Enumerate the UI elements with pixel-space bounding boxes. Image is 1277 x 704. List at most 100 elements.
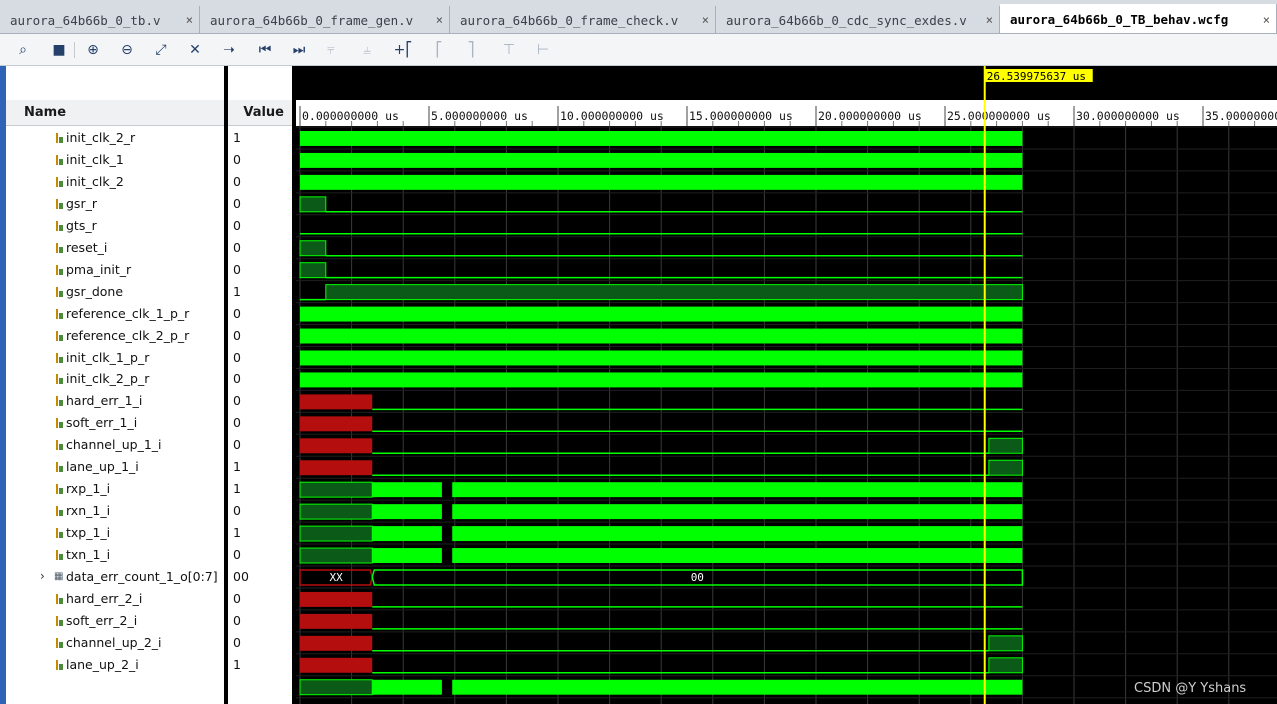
tab-frame-gen-v[interactable]: aurora_64b66b_0_frame_gen.v × [200, 6, 450, 33]
signal-name: init_clk_2 [66, 173, 124, 189]
signal-row[interactable]: lane_up_2_i 1 [6, 654, 292, 676]
unknown-wave [300, 635, 373, 651]
signal-row[interactable]: rxp_1_i 1 [6, 478, 292, 500]
serial-wave [452, 526, 1023, 542]
add-marker-plus-icon[interactable]: +⎡ [392, 40, 414, 60]
signal-value: 00 [233, 569, 249, 584]
serial-wave [452, 548, 1023, 563]
signal-value: 0 [233, 261, 241, 277]
chevron-right-icon[interactable]: › [40, 569, 45, 583]
logic-signal-icon [56, 220, 63, 232]
save-icon[interactable]: ■ [48, 40, 70, 60]
signal-row[interactable]: hard_err_1_i 0 [6, 390, 292, 412]
signal-row[interactable]: hard_err_2_i 0 [6, 588, 292, 610]
logic-signal-icon [56, 440, 63, 451]
signal-value: 0 [233, 612, 241, 628]
serial-wave [372, 679, 442, 695]
unknown-wave [300, 394, 373, 410]
logic-signal-icon [56, 154, 63, 166]
logic-signal-icon [56, 133, 63, 144]
signal-row[interactable]: channel_up_1_i 0 [6, 434, 292, 456]
signal-row[interactable]: › ▦ data_err_count_1_o[0:7] 00 [6, 566, 292, 588]
add-marker-icon[interactable]: ⫧ [320, 40, 342, 60]
signal-row[interactable]: rxn_1_i 0 [6, 500, 292, 522]
close-icon[interactable]: × [186, 13, 193, 27]
logic-signal-icon [56, 242, 63, 254]
go-to-end-icon[interactable]: ⏭ [288, 40, 310, 60]
signal-value: 1 [233, 525, 241, 541]
signal-name: data_err_count_1_o[0:7] [66, 569, 218, 584]
value-column-header[interactable]: Value [228, 100, 296, 126]
clock-wave [300, 350, 1023, 366]
signal-name: reference_clk_2_p_r [66, 327, 190, 343]
signal-value: 0 [233, 371, 241, 387]
signal-row[interactable]: init_clk_2_r 1 [6, 127, 292, 149]
signal-row[interactable]: channel_up_2_i 0 [6, 632, 292, 654]
next-edge-icon[interactable]: ⎤ [460, 40, 482, 60]
close-icon[interactable]: × [1263, 13, 1270, 27]
signal-row[interactable]: reset_i 0 [6, 237, 292, 259]
signal-row[interactable]: init_clk_2 0 [6, 171, 292, 193]
zoom-in-icon[interactable]: ⊕ [82, 40, 104, 60]
cursor-remove-icon[interactable]: ✕ [184, 40, 206, 60]
signal-value: 0 [233, 173, 241, 189]
signal-row[interactable]: reference_clk_2_p_r 0 [6, 325, 292, 347]
signal-row[interactable]: reference_clk_1_p_r 0 [6, 303, 292, 325]
waveform-canvas[interactable]: 0.000000000 us 5.000000000 us 10.000000000… [296, 66, 1277, 704]
tick-label: 30.000000000 us [1076, 109, 1180, 123]
logic-signal-icon [56, 396, 63, 407]
serial-wave-init [299, 503, 373, 520]
signal-name: rxp_1_i [66, 481, 111, 497]
signal-value: 0 [233, 393, 241, 409]
signal-value: 1 [233, 459, 241, 475]
signal-row[interactable]: soft_err_1_i 0 [6, 412, 292, 434]
search-icon[interactable]: ⌕ [12, 40, 34, 60]
signal-row[interactable]: txp_1_i 1 [6, 522, 292, 544]
tick-label: 25.000000000 us [947, 109, 1051, 123]
serial-wave [372, 548, 442, 563]
signal-value: 0 [233, 305, 241, 321]
close-icon[interactable]: × [986, 13, 993, 27]
previous-transition-icon[interactable]: ⊤ [498, 40, 520, 60]
close-icon[interactable]: × [702, 13, 709, 27]
remove-marker-icon[interactable]: ⫨ [356, 40, 378, 60]
name-column-header[interactable]: Name [6, 100, 224, 126]
tab-frame-check-v[interactable]: aurora_64b66b_0_frame_check.v × [450, 6, 716, 33]
zoom-out-icon[interactable]: ⊖ [116, 40, 138, 60]
zoom-fit-icon[interactable]: ⤢ [150, 40, 172, 60]
logic-signal-icon [56, 286, 63, 298]
signal-row[interactable]: init_clk_1_p_r 0 [6, 347, 292, 369]
signal-row[interactable]: soft_err_2_i 0 [6, 610, 292, 632]
serial-wave-init [299, 525, 373, 542]
tick-label: 10.000000000 us [560, 109, 664, 123]
tab-tb-behav-wcfg[interactable]: aurora_64b66b_0_TB_behav.wcfg × [1000, 4, 1277, 33]
signal-row[interactable]: gts_r 0 [6, 215, 292, 237]
signal-row[interactable]: lane_up_1_i 1 [6, 456, 292, 478]
tab-cdc-sync-exdes-v[interactable]: aurora_64b66b_0_cdc_sync_exdes.v × [716, 6, 1000, 33]
high-wave [988, 437, 1023, 454]
go-to-start-icon[interactable]: ⏮ [254, 40, 276, 60]
signal-name: init_clk_1 [66, 151, 124, 167]
tab-tb-v[interactable]: aurora_64b66b_0_tb.v × [0, 6, 200, 33]
clock-wave [300, 372, 1023, 388]
signal-row[interactable]: gsr_r 0 [6, 193, 292, 215]
signal-row[interactable]: init_clk_1 0 [6, 149, 292, 171]
signal-row[interactable]: gsr_done 1 [6, 281, 292, 303]
signal-value: 0 [233, 590, 241, 606]
previous-edge-icon[interactable]: ⎡ [428, 40, 450, 60]
swap-cursor-icon[interactable]: ⊢ [532, 40, 554, 60]
signal-value: 1 [233, 283, 241, 299]
signal-row[interactable]: txn_1_i 0 [6, 544, 292, 566]
bus-signal-icon: ▦ [54, 571, 64, 582]
logic-signal-icon [56, 462, 63, 473]
serial-wave [452, 679, 1023, 695]
go-to-time-icon[interactable]: ➝ [218, 40, 240, 60]
logic-signal-icon [56, 352, 63, 364]
signal-name: reference_clk_1_p_r [66, 305, 190, 321]
signal-row[interactable]: init_clk_2_p_r 0 [6, 368, 292, 390]
signal-name: txp_1_i [66, 525, 111, 541]
close-icon[interactable]: × [436, 13, 443, 27]
unknown-wave [300, 460, 373, 476]
waveform-panel[interactable]: 0.000000000 us 5.000000000 us 10.000000000… [296, 66, 1277, 704]
signal-row[interactable]: pma_init_r 0 [6, 259, 292, 281]
